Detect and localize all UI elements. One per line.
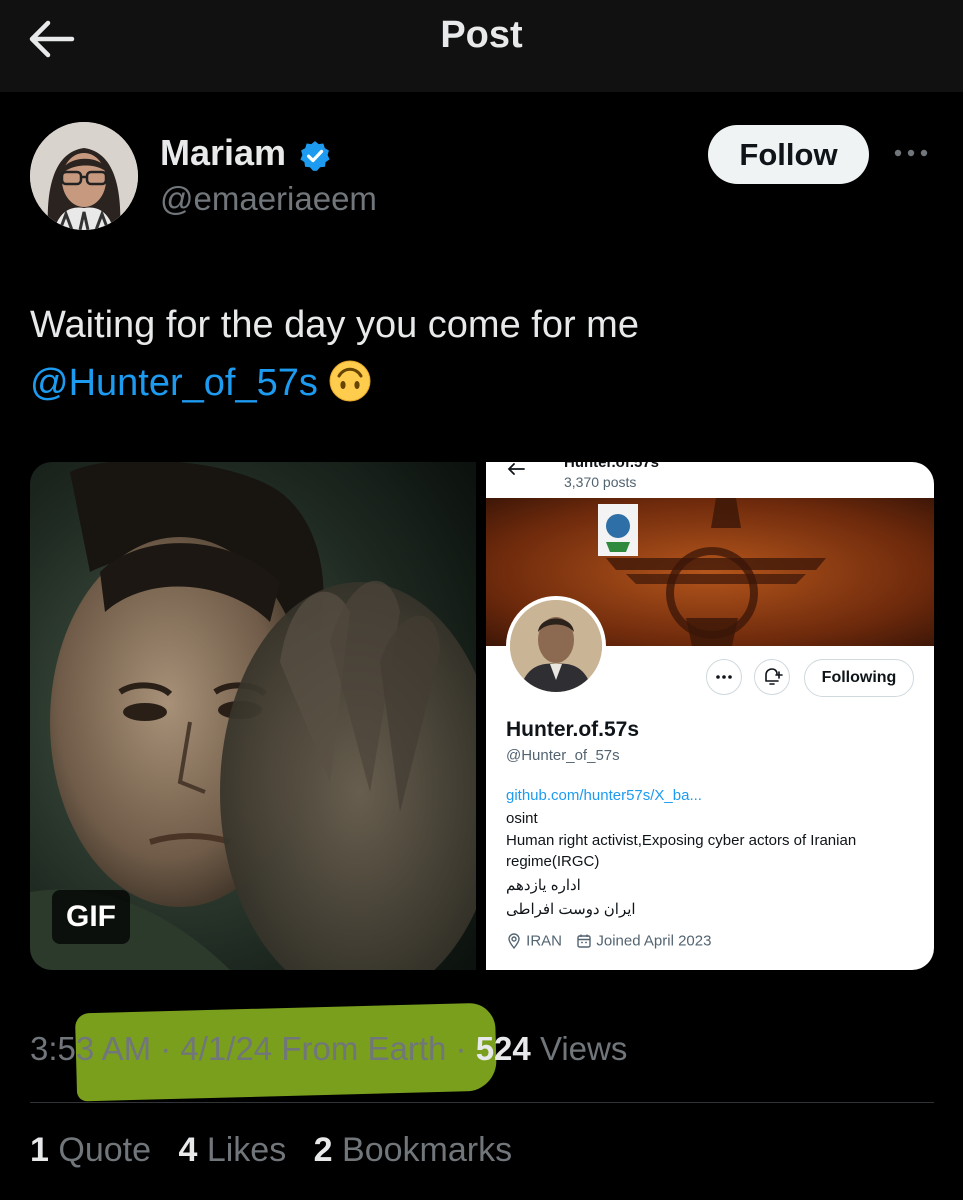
profile-screenshot-image[interactable]: Hunter.of.57s 3,370 posts Following Hunt… [486, 462, 934, 970]
avatar-image [30, 122, 138, 230]
upside-down-face-emoji-icon [329, 360, 371, 402]
top-bar: Post [0, 0, 963, 92]
quotes-label: Quote [58, 1131, 151, 1169]
more-horizontal-icon [716, 675, 732, 679]
screenshot-bio-line: اداره یازدهم [506, 877, 581, 894]
screenshot-website-link: github.com/hunter57s/X_ba... [506, 787, 702, 804]
author-name[interactable]: Mariam [160, 132, 286, 174]
avatar[interactable] [30, 122, 138, 230]
screenshot-bio-line: ایران دوست افراطی [506, 901, 636, 918]
screenshot-display-name: Hunter.of.57s [506, 718, 640, 741]
screenshot-avatar-image [510, 600, 602, 692]
bookmarks-count: 2 [313, 1131, 333, 1169]
views-count: 524 [475, 1030, 531, 1067]
quotes-stat[interactable]: 1 Quote [30, 1131, 151, 1170]
post-timestamp[interactable]: 3:53 AM · 4/1/24 From Earth · 524 Views [30, 1030, 627, 1068]
divider [30, 1102, 934, 1103]
follow-button[interactable]: Follow [708, 125, 869, 184]
likes-label: Likes [206, 1131, 287, 1169]
screenshot-bio-line: osint [506, 810, 538, 827]
engagement-stats: 1 Quote 4 Likes 2 Bookmarks [30, 1131, 530, 1170]
screenshot-notify-button [754, 659, 790, 695]
screenshot-avatar [506, 596, 606, 696]
screenshot-posts-count: 3,370 posts [564, 474, 637, 490]
screenshot-following-button: Following [804, 659, 914, 697]
post-body: Waiting for the day you come for me [30, 304, 639, 346]
page-title: Post [440, 14, 523, 56]
verified-badge-icon [300, 141, 330, 171]
author-handle[interactable]: @emaeriaeem [160, 180, 377, 218]
post-time: 3:53 AM [30, 1030, 152, 1067]
quotes-count: 1 [30, 1131, 49, 1169]
gif-thumbnail[interactable]: GIF [30, 462, 476, 970]
likes-count: 4 [178, 1131, 198, 1169]
bookmarks-stat[interactable]: 2 Bookmarks [314, 1131, 512, 1170]
likes-stat[interactable]: 4 Likes [178, 1131, 286, 1170]
bookmarks-label: Bookmarks [342, 1131, 513, 1169]
views-label: Views [539, 1030, 628, 1067]
post-source: From Earth [281, 1030, 447, 1067]
post-text: Waiting for the day you come for me @Hun… [30, 296, 930, 412]
screenshot-bio-line: Human right activist,Exposing cyber acto… [506, 832, 857, 870]
mention-link[interactable]: @Hunter_of_57s [30, 362, 318, 404]
screenshot-handle: @Hunter_of_57s [506, 747, 620, 764]
screenshot-more-button [706, 659, 742, 695]
screenshot-profile-title: Hunter.of.57s [564, 462, 660, 471]
gif-badge: GIF [52, 890, 130, 944]
screenshot-joined-date: Joined April 2023 [596, 932, 712, 950]
media-attachments: GIF Hunter.of.57s 3,370 posts Following … [30, 462, 934, 970]
more-horizontal-icon[interactable] [893, 143, 929, 163]
screenshot-profile-meta: IRAN Joined April 2023 [506, 932, 711, 950]
calendar-icon [577, 934, 591, 948]
arrow-left-icon [507, 463, 525, 475]
location-pin-icon [508, 933, 520, 950]
bell-plus-icon [765, 668, 783, 685]
screenshot-location: IRAN [526, 932, 563, 950]
post-date: 4/1/24 [180, 1030, 273, 1067]
